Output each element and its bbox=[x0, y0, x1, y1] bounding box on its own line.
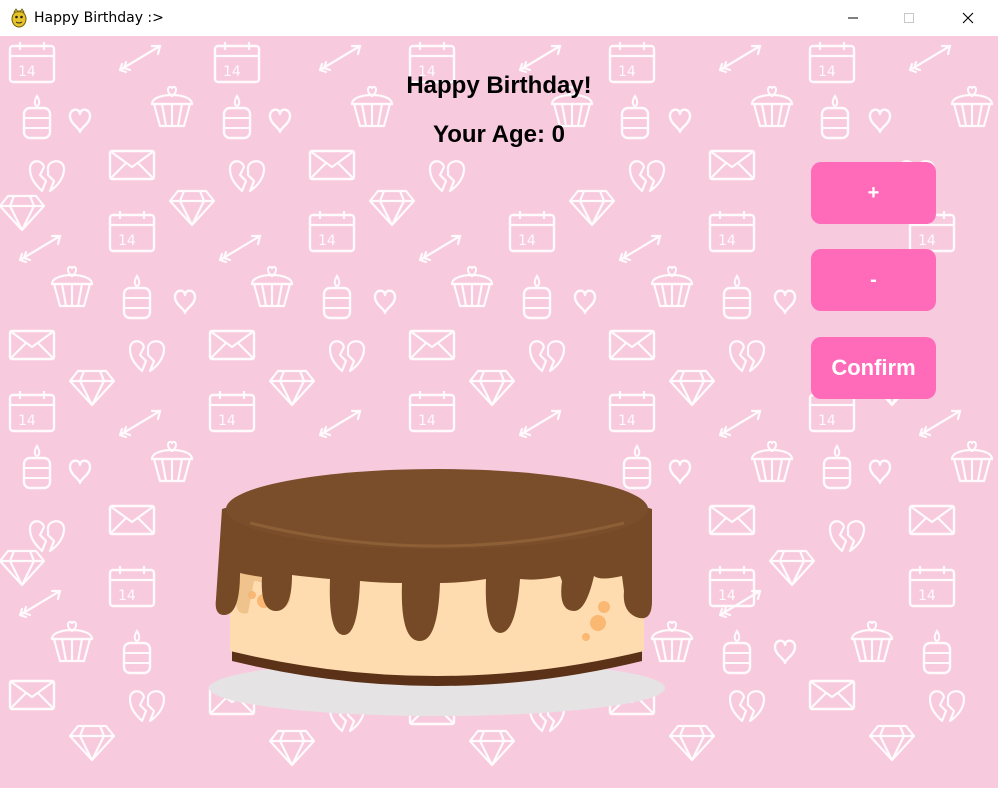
decrement-button[interactable]: - bbox=[811, 249, 936, 311]
page-title: Happy Birthday! bbox=[406, 72, 592, 99]
close-button[interactable] bbox=[945, 0, 991, 36]
close-icon bbox=[962, 12, 974, 24]
python-app-icon bbox=[11, 8, 27, 28]
window-title: Happy Birthday :> bbox=[34, 10, 164, 26]
cake-top bbox=[226, 469, 648, 549]
maximize-icon bbox=[904, 13, 914, 23]
game-canvas: 14 Happy Birthday! Your Age: 0 + - Confi… bbox=[0, 36, 998, 788]
cake-illustration bbox=[209, 469, 665, 716]
confirm-button[interactable]: Confirm bbox=[811, 337, 936, 399]
age-display: Your Age: 0 bbox=[432, 121, 565, 148]
minimize-icon bbox=[848, 17, 858, 19]
window-titlebar: Happy Birthday :> bbox=[0, 0, 998, 36]
minimize-button[interactable] bbox=[830, 0, 876, 36]
maximize-button[interactable] bbox=[886, 0, 932, 36]
increment-button[interactable]: + bbox=[811, 162, 936, 224]
